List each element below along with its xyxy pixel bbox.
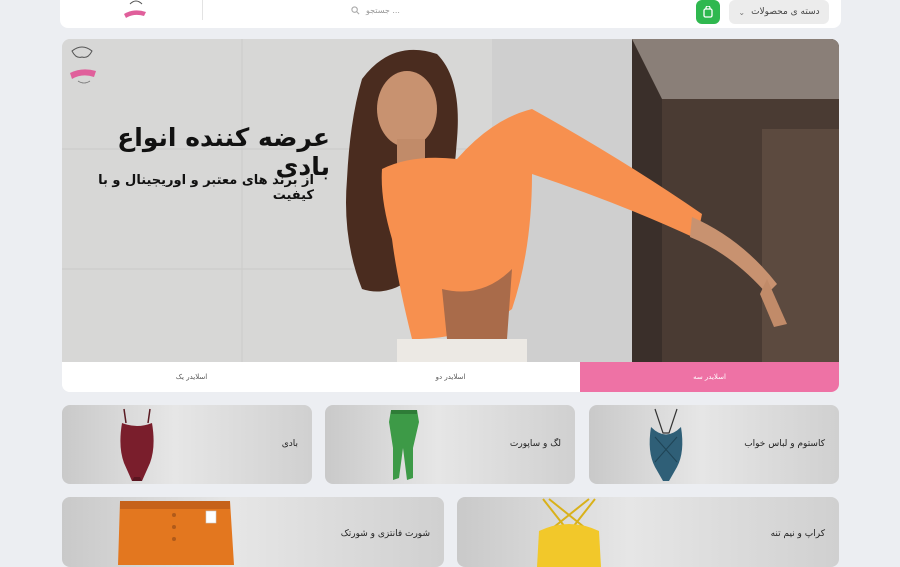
maroon-bodysuit-icon [120,408,154,481]
categories-button[interactable]: ⌄ دسته ی محصولات [729,0,829,24]
category-card-bodysuit[interactable]: بادی [62,405,312,484]
tab-slider-one[interactable]: اسلایدر یک [62,362,321,392]
chevron-down-icon: ⌄ [738,7,746,17]
header-divider [202,0,203,20]
cart-icon [703,6,713,18]
category-label: شورت فانتزی و شورتک [340,529,430,539]
hero-logo [70,46,96,84]
category-card-costume[interactable]: کاستوم و لباس خواب [589,405,839,484]
search-placeholder: جستجو ... [366,5,400,15]
search-icon [351,5,360,14]
categories-button-label: دسته ی محصولات [751,7,820,17]
cart-button[interactable] [696,0,720,24]
green-leggings-icon [389,410,419,480]
category-label: بادی [281,439,298,449]
header-bar: ⌄ دسته ی محصولات جستجو ... [60,0,841,28]
slider-tabs: اسلایدر یک اسلایدر دو اسلایدر سه [62,362,839,392]
category-card-crop-top[interactable]: کراپ و نیم تنه [457,497,839,567]
lace-bodysuit-icon [649,408,683,481]
category-label: لگ و ساپورت [509,439,561,449]
hero-slider[interactable]: عرضه کننده انواع بادی از برند های معتبر … [62,39,839,392]
tab-slider-three[interactable]: اسلایدر سه [580,362,839,392]
orange-shorts-icon [118,501,234,565]
tab-slider-two[interactable]: اسلایدر دو [321,362,580,392]
yellow-crop-top-icon [537,498,601,567]
category-label: کراپ و نیم تنه [770,529,825,539]
search-input[interactable]: جستجو ... [351,0,651,20]
category-card-leggings[interactable]: لگ و ساپورت [325,405,575,484]
brand-logo[interactable] [120,0,150,20]
category-card-shorts[interactable]: شورت فانتزی و شورتک [62,497,444,567]
hero-subtitle: از برند های معتبر و اوریجینال و با کیفیت [98,173,314,203]
category-label: کاستوم و لباس خواب [744,439,825,449]
